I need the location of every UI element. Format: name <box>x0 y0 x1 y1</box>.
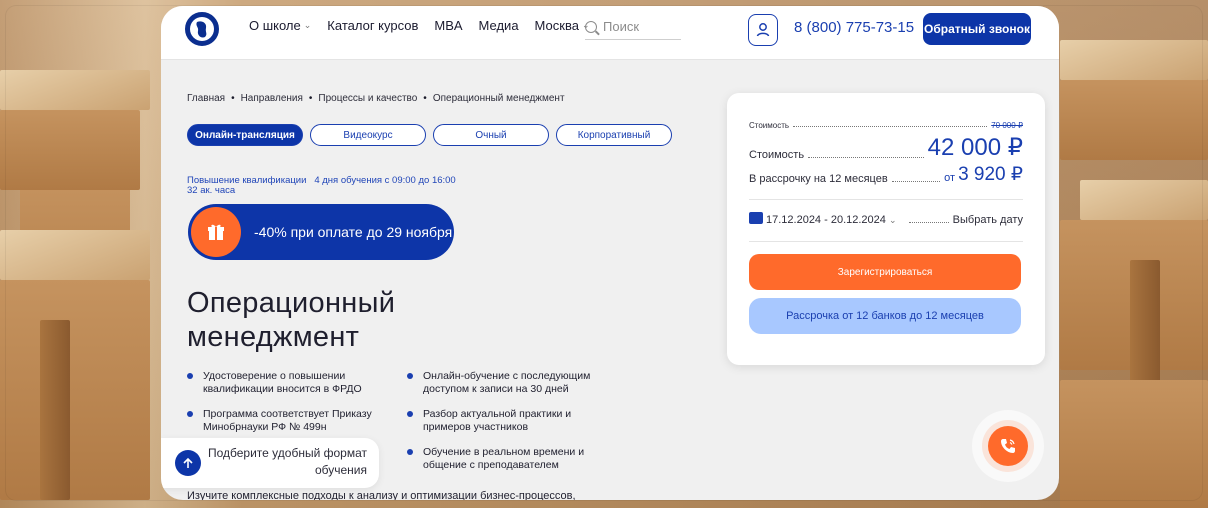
site-header: О школе ⌄ Каталог курсов MBA Медиа Москва… <box>161 6 1059 60</box>
tab-corporate[interactable]: Корпоративный <box>556 124 672 146</box>
installment-button[interactable]: Рассрочка от 12 банков до 12 месяцев <box>749 298 1021 334</box>
chevron-down-icon: ⌄ <box>303 20 312 30</box>
gift-icon <box>191 207 241 257</box>
scroll-up-button[interactable] <box>175 450 201 476</box>
breadcrumb-directions[interactable]: Направления <box>241 93 303 104</box>
register-button[interactable]: Зарегистрироваться <box>749 254 1021 290</box>
old-price-row: Стоимость 70 000 ₽ <box>749 121 1023 130</box>
divider <box>749 241 1023 242</box>
date-row: 17.12.2024 - 20.12.2024 ⌄ Выбрать дату <box>749 211 1023 226</box>
school-logo[interactable] <box>185 12 219 46</box>
user-icon <box>756 23 770 37</box>
phone-call-icon <box>988 426 1028 466</box>
price-row: Стоимость 42 000 ₽ <box>749 134 1023 162</box>
date-select[interactable]: 17.12.2024 - 20.12.2024 ⌄ <box>749 211 897 226</box>
list-item: Удостоверение о повышении квалификации в… <box>187 370 387 396</box>
installment-price: 3 920 ₽ <box>958 164 1023 185</box>
search-icon <box>585 20 597 33</box>
divider <box>749 199 1023 200</box>
page-title: Операционный менеджмент <box>187 287 396 353</box>
tab-offline[interactable]: Очный <box>433 124 549 146</box>
search-input[interactable]: Поиск <box>585 14 681 40</box>
format-hint-popup[interactable]: Подберите удобный формат обучения <box>161 438 379 488</box>
price-card: Стоимость 70 000 ₽ Стоимость 42 000 ₽ В … <box>727 93 1045 365</box>
promo-text: -40% при оплате до 29 ноября <box>254 224 453 240</box>
installment-row: В рассрочку на 12 месяцев от 3 920 ₽ <box>749 164 1023 186</box>
course-page: О школе ⌄ Каталог курсов MBA Медиа Москва… <box>161 6 1059 500</box>
arrow-up-icon <box>183 457 193 468</box>
logo-emblem-icon <box>190 17 214 41</box>
list-item: Разбор актуальной практики и примеров уч… <box>407 408 607 434</box>
list-item: Обучение в реальном времени и общение с … <box>407 446 607 472</box>
breadcrumb-home[interactable]: Главная <box>187 93 225 104</box>
breadcrumb: Главная • Направления • Процессы и качеств… <box>187 93 565 104</box>
course-meta: Повышение квалификации 4 дня обучения с … <box>187 175 456 196</box>
tab-video[interactable]: Видеокурс <box>310 124 426 146</box>
nav-item-about[interactable]: О школе ⌄ <box>249 18 311 33</box>
browser-viewport: О школе ⌄ Каталог курсов MBA Медиа Москва… <box>6 6 1202 500</box>
breadcrumb-process-quality[interactable]: Процессы и качество <box>318 93 417 104</box>
course-description: Изучите комплексные подходы к анализу и … <box>187 490 576 500</box>
account-button[interactable] <box>748 14 778 46</box>
nav-item-city[interactable]: Москва ⌄ <box>535 18 590 33</box>
promo-banner[interactable]: -40% при оплате до 29 ноября <box>188 204 454 260</box>
phone-link[interactable]: 8 (800) 775-73-15 <box>794 19 914 36</box>
format-tabs: Онлайн-трансляция Видеокурс Очный Корпор… <box>187 124 672 146</box>
current-price: 42 000 ₽ <box>927 134 1023 161</box>
main-nav: О школе ⌄ Каталог курсов MBA Медиа Москва… <box>249 18 589 33</box>
nav-item-mba[interactable]: MBA <box>434 18 462 33</box>
old-price: 70 000 ₽ <box>991 121 1023 130</box>
hint-text: Подберите удобный формат обучения <box>207 446 367 477</box>
calendar-icon <box>749 212 763 224</box>
choose-date-link[interactable]: Выбрать дату <box>953 214 1023 226</box>
list-item: Онлайн-обучение с последующим доступом к… <box>407 370 607 396</box>
tab-online[interactable]: Онлайн-трансляция <box>187 124 303 146</box>
breadcrumb-current: Операционный менеджмент <box>432 93 565 104</box>
nav-item-media[interactable]: Медиа <box>479 18 519 33</box>
chevron-down-icon: ⌄ <box>888 215 897 225</box>
callback-button[interactable]: Обратный звонок <box>923 13 1031 45</box>
nav-item-catalog[interactable]: Каталог курсов <box>327 18 418 33</box>
list-item: Программа соответствует Приказу Минобрна… <box>187 408 387 434</box>
call-widget[interactable] <box>972 410 1044 482</box>
